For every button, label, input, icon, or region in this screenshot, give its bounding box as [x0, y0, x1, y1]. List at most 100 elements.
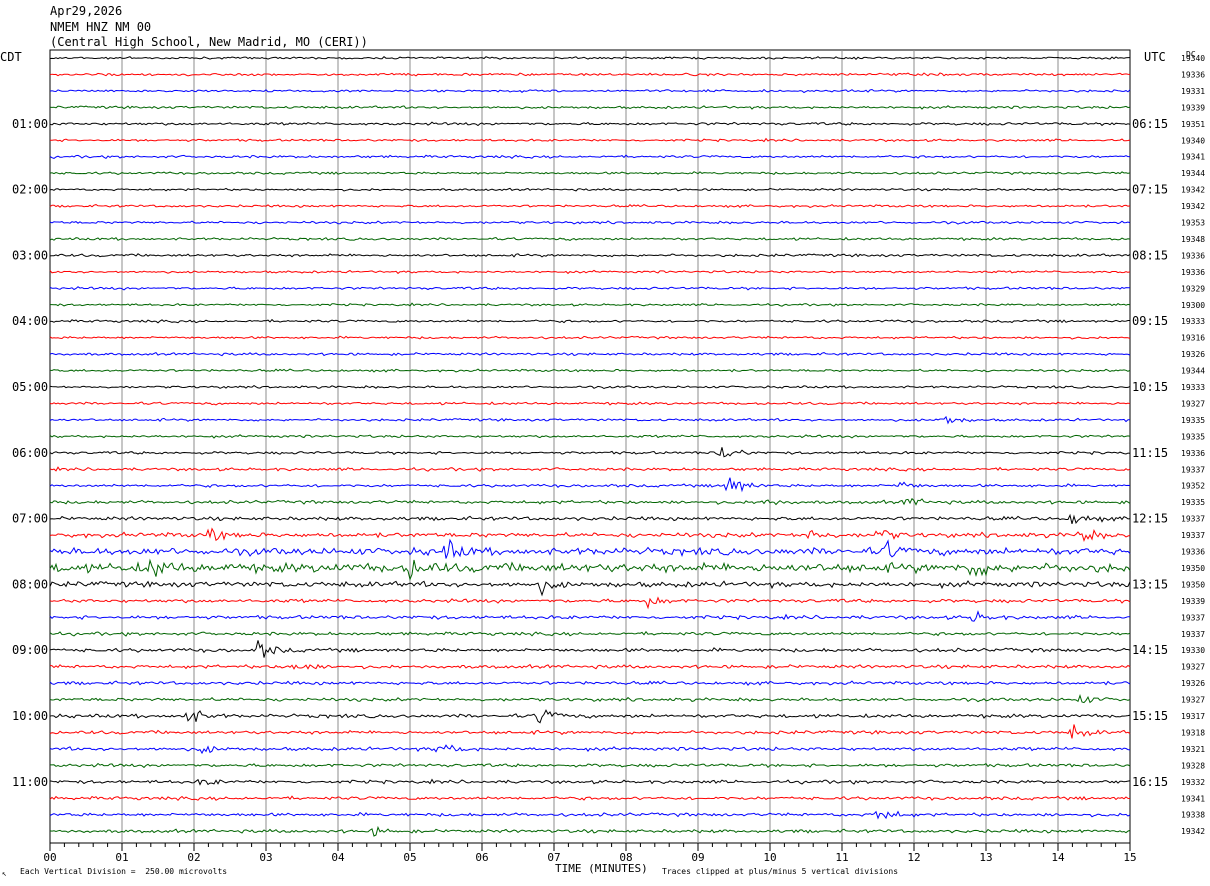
dc-offset-label: 19327	[1181, 696, 1205, 705]
dc-offset-label: 19339	[1181, 103, 1205, 112]
trace-line	[49, 401, 1131, 406]
trace-line	[49, 825, 1131, 837]
trace-line	[49, 513, 1131, 525]
left-hour-label: 07:00	[12, 512, 48, 526]
right-hour-label: 09:15	[1132, 314, 1168, 328]
trace-line	[49, 286, 1131, 291]
trace-line	[49, 154, 1130, 160]
trace-line	[49, 121, 1131, 127]
left-hour-label: 10:00	[12, 709, 48, 723]
right-hour-label: 12:15	[1132, 512, 1168, 526]
dc-offset-label: 19335	[1181, 498, 1205, 507]
dc-offset-label: 19327	[1181, 663, 1205, 672]
trace-line	[49, 630, 1131, 637]
dc-offset-label: 19329	[1181, 284, 1205, 293]
dc-offset-label: 19341	[1181, 794, 1205, 803]
left-hour-label: 04:00	[12, 314, 48, 328]
x-tick-label: 09	[691, 851, 704, 864]
trace-line	[49, 236, 1131, 242]
x-tick-label: 02	[187, 851, 200, 864]
trace-line	[49, 335, 1131, 340]
trace-line	[49, 538, 1131, 559]
dc-offset-label: 19335	[1181, 416, 1205, 425]
dc-offset-label: 19336	[1181, 251, 1205, 260]
trace-line	[49, 596, 1131, 610]
clip-note: Traces clipped at plus/minus 5 vertical …	[662, 867, 899, 876]
trace-line	[49, 709, 1131, 724]
trace-line	[49, 795, 1131, 802]
right-hour-label: 07:15	[1132, 183, 1168, 197]
trace-line	[50, 762, 1131, 769]
plot-frame	[49, 49, 1131, 844]
dc-offset-label: 19318	[1181, 728, 1205, 737]
dc-offset-label: 19337	[1181, 613, 1205, 622]
left-hour-label: 03:00	[12, 248, 48, 262]
trace-line	[49, 640, 1131, 658]
dc-offset-label: 19333	[1181, 317, 1205, 326]
dc-offset-label: 19341	[1181, 153, 1205, 162]
left-hour-label: 06:00	[12, 446, 48, 460]
trace-line	[49, 351, 1131, 357]
dc-offset-label: 19336	[1181, 548, 1205, 557]
trace-line	[49, 203, 1131, 209]
right-hour-label: 06:15	[1132, 117, 1168, 131]
trace-line	[49, 56, 1130, 61]
x-tick-label: 01	[115, 851, 128, 864]
trace-line	[49, 269, 1131, 275]
dc-offset-label: 19326	[1181, 679, 1205, 688]
trace-line	[49, 744, 1131, 755]
trace-line	[49, 558, 1131, 581]
dc-offset-label: 19342	[1181, 186, 1205, 195]
x-tick-label: 14	[1051, 851, 1065, 864]
x-axis-label: TIME (MINUTES)	[555, 862, 648, 875]
trace-line	[49, 694, 1131, 704]
x-tick-label: 11	[835, 851, 848, 864]
trace-line	[49, 434, 1131, 439]
x-tick-label: 00	[43, 851, 56, 864]
right-hour-label: 10:15	[1132, 380, 1168, 394]
dc-offset-label: 19348	[1181, 235, 1205, 244]
left-hour-label: 09:00	[12, 643, 48, 657]
x-tick-label: 04	[331, 851, 345, 864]
x-tick-label: 06	[475, 851, 488, 864]
x-tick-label: 05	[403, 851, 416, 864]
dc-offset-label: 19333	[1181, 383, 1205, 392]
trace-line	[49, 724, 1131, 739]
dc-offset-label: 19330	[1181, 646, 1205, 655]
left-hour-label: 11:00	[12, 775, 48, 789]
dc-offset-label: 19344	[1181, 169, 1205, 178]
right-hour-label: 13:15	[1132, 577, 1168, 591]
trace-line	[49, 187, 1131, 192]
dc-offset-label: 19338	[1181, 811, 1205, 820]
x-tick-label: 12	[907, 851, 920, 864]
dc-offset-label: 19337	[1181, 630, 1205, 639]
trace-line	[50, 302, 1131, 307]
scale-note: Each Vertical Division = 250.00 microvol…	[20, 867, 228, 876]
trace-line	[49, 368, 1131, 373]
trace-line	[49, 680, 1131, 687]
trace-line	[49, 171, 1131, 176]
dc-offset-label: 19336	[1181, 70, 1205, 79]
right-hour-label: 15:15	[1132, 709, 1168, 723]
dc-offset-label: 19328	[1181, 761, 1205, 770]
trace-line	[49, 477, 1131, 493]
right-hour-label: 08:15	[1132, 248, 1168, 262]
left-hour-label: 08:00	[12, 577, 48, 591]
trace-line	[49, 220, 1131, 225]
dc-offset-label: 19350	[1181, 580, 1205, 589]
dc-offset-label: 19321	[1181, 745, 1205, 754]
trace-line	[49, 72, 1131, 77]
dc-offset-label: 19350	[1181, 564, 1205, 573]
right-hour-label: 11:15	[1132, 446, 1168, 460]
dc-offset-label: 19331	[1181, 87, 1205, 96]
dc-offset-label: 19332	[1181, 778, 1205, 787]
x-tick-label: 03	[259, 851, 272, 864]
dc-offset-label: 19352	[1181, 482, 1205, 491]
trace-line	[49, 610, 1131, 622]
dc-offset-label: 19339	[1181, 597, 1205, 606]
trace-line	[49, 384, 1131, 390]
trace-line	[49, 810, 1131, 820]
trace-line	[49, 88, 1131, 94]
trace-line	[49, 497, 1131, 506]
dc-offset-label: 19337	[1181, 515, 1205, 524]
